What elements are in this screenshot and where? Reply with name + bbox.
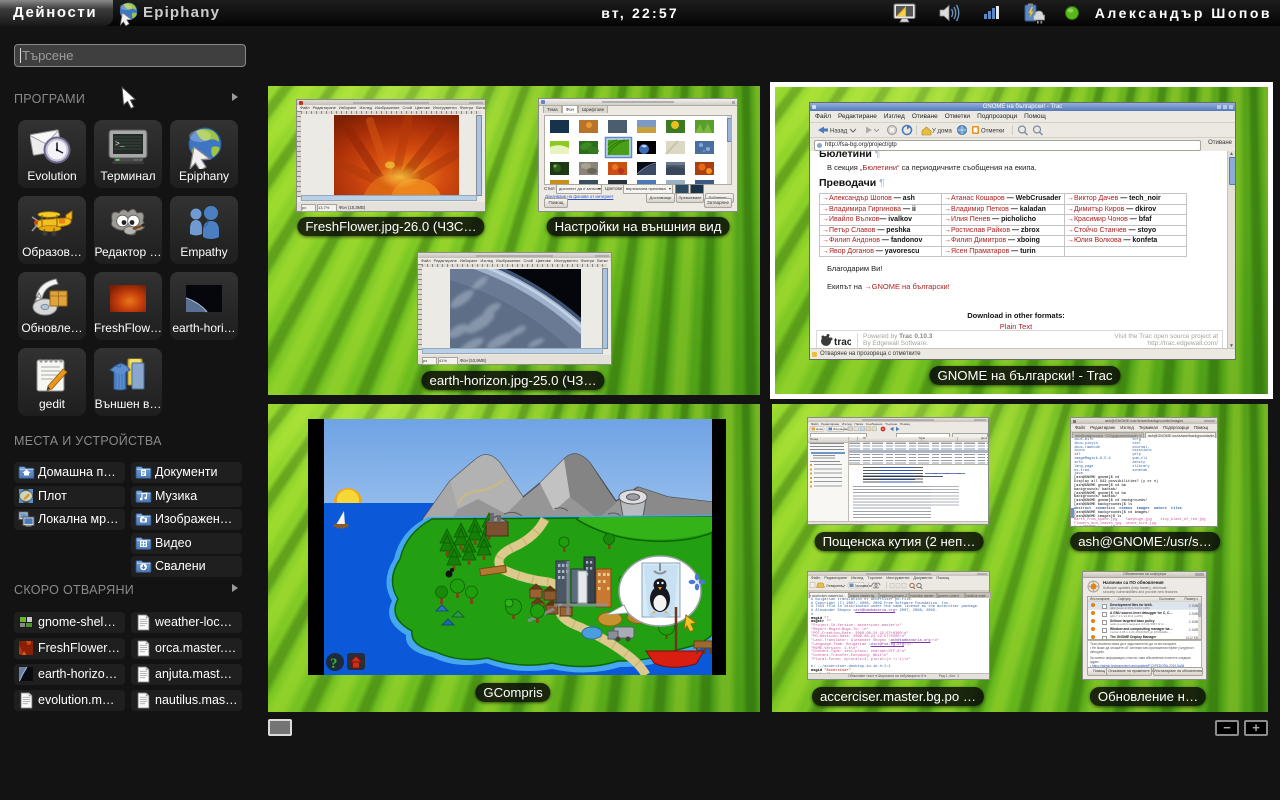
svg-text:Отваряне: Отваряне (826, 584, 842, 588)
svg-text:?: ? (330, 656, 338, 672)
svg-text:Запазване: Запазване (855, 584, 873, 588)
svg-text:trac: trac (834, 337, 851, 348)
svg-text:Изпращане: Изпращане (833, 427, 849, 431)
svg-text:Ново: Ново (816, 427, 823, 431)
svg-text:Отметки: Отметки (981, 129, 1004, 135)
svg-text:Назад: Назад (830, 129, 848, 135)
svg-text:>_: >_ (115, 140, 125, 149)
svg-text:У дома: У дома (932, 129, 952, 135)
